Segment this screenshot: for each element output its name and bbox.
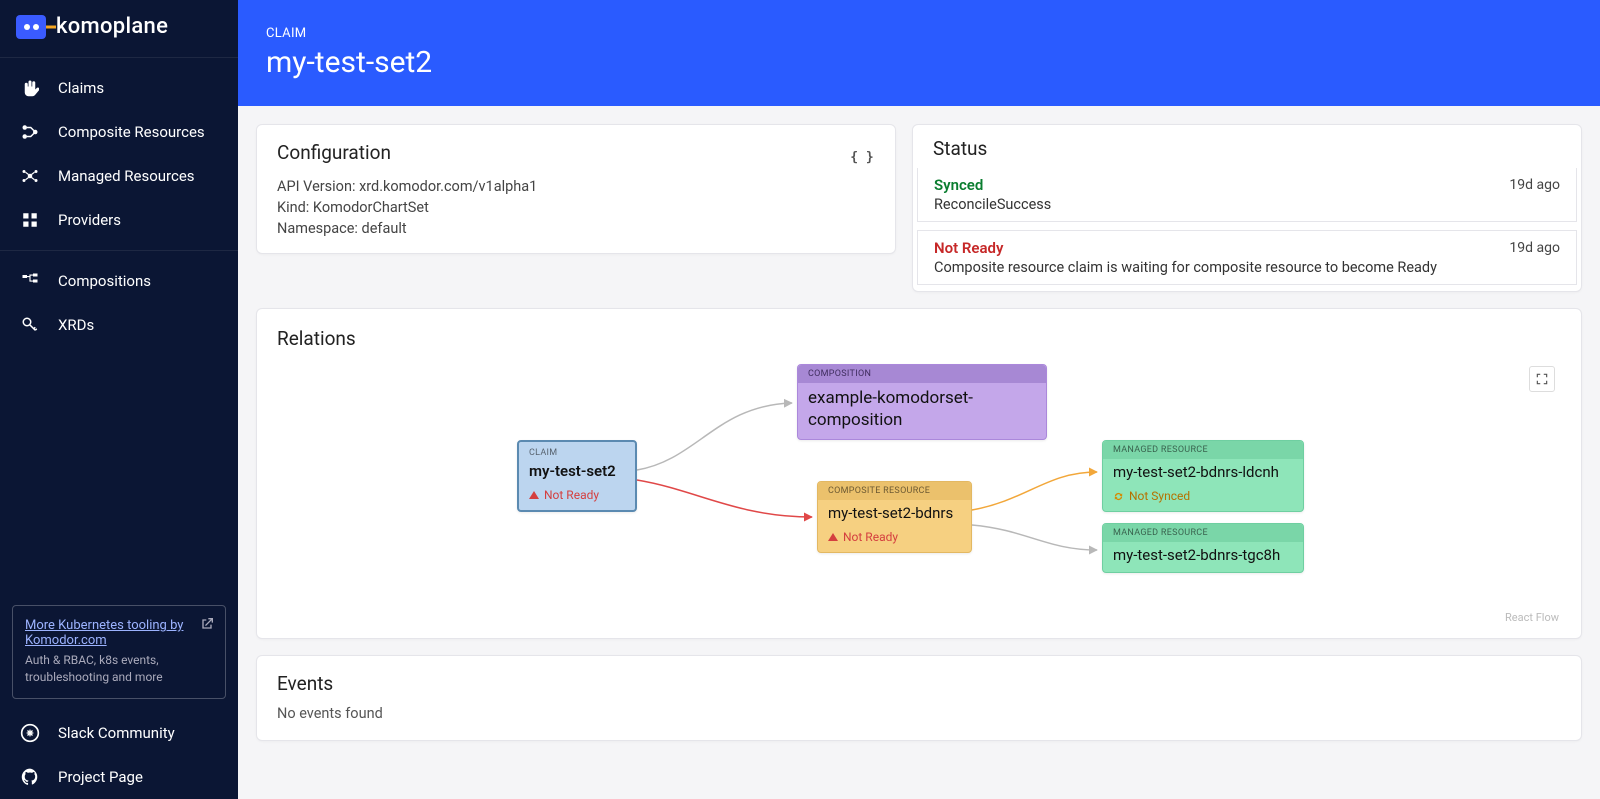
nav-composite-resources[interactable]: Composite Resources (0, 110, 238, 154)
events-empty: No events found (277, 705, 1561, 722)
promo-box[interactable]: More Kubernetes tooling by Komodor.com A… (12, 605, 226, 699)
events-title: Events (277, 672, 1561, 695)
warning-icon (529, 491, 539, 499)
node-status: Not Synced (1113, 489, 1293, 503)
hand-icon (20, 78, 40, 98)
status-label: Synced (934, 176, 983, 194)
node-managed-resource-1[interactable]: MANAGED RESOURCE my-test-set2-bdnrs-ldcn… (1102, 440, 1304, 512)
node-title: example-komodorset-composition (808, 387, 1036, 431)
node-title: my-test-set2-bdnrs-tgc8h (1113, 546, 1293, 564)
relations-title: Relations (277, 327, 1561, 350)
configuration-title: Configuration (277, 141, 391, 164)
config-kind: Kind: KomodorChartSet (277, 199, 875, 216)
grid-icon (20, 210, 40, 230)
events-card: Events No events found (256, 655, 1582, 741)
external-link-icon (199, 616, 215, 636)
node-title: my-test-set2-bdnrs (828, 504, 961, 522)
nav-providers[interactable]: Providers (0, 198, 238, 242)
nav-label: XRDs (58, 316, 94, 334)
status-desc: Composite resource claim is waiting for … (934, 259, 1560, 276)
flow-icon (20, 271, 40, 291)
nav-label: Composite Resources (58, 123, 205, 141)
header-kicker: CLAIM (266, 26, 1572, 41)
status-row-notready: Not Ready 19d ago Composite resource cla… (917, 230, 1577, 285)
brand[interactable]: komoplane (0, 0, 238, 58)
graph-icon (20, 166, 40, 186)
nav-label: Claims (58, 79, 104, 97)
reactflow-attribution: React Flow (1505, 611, 1559, 624)
nav-compositions[interactable]: Compositions (0, 259, 238, 303)
nav-claims[interactable]: Claims (0, 66, 238, 110)
nav-group-secondary: Compositions XRDs (0, 251, 238, 355)
logo-icon (16, 15, 46, 39)
node-composition[interactable]: COMPOSITION example-komodorset-compositi… (797, 364, 1047, 440)
node-managed-resource-2[interactable]: MANAGED RESOURCE my-test-set2-bdnrs-tgc8… (1102, 523, 1304, 573)
nav-label: Providers (58, 211, 121, 229)
status-label: Not Ready (934, 239, 1003, 257)
page-header: CLAIM my-test-set2 (238, 0, 1600, 106)
page-title: my-test-set2 (266, 45, 1572, 80)
status-title: Status (913, 137, 1581, 160)
footer-github[interactable]: Project Page (0, 755, 238, 799)
node-claim[interactable]: CLAIM my-test-set2 Not Ready (517, 440, 637, 512)
relations-card: Relations CLAIM (256, 308, 1582, 639)
nav-label: Compositions (58, 272, 151, 290)
key-icon (20, 315, 40, 335)
slack-icon (20, 723, 40, 743)
main: CLAIM my-test-set2 Configuration { } API… (238, 0, 1600, 799)
relations-canvas[interactable]: CLAIM my-test-set2 Not Ready COMPOSITION… (277, 360, 1561, 620)
status-row-synced: Synced 19d ago ReconcileSuccess (917, 168, 1577, 222)
status-desc: ReconcileSuccess (934, 196, 1560, 213)
view-yaml-button[interactable]: { } (849, 145, 875, 171)
fullscreen-button[interactable] (1529, 366, 1555, 392)
warning-icon (828, 533, 838, 541)
footer-label: Slack Community (58, 724, 175, 742)
footer-label: Project Page (58, 768, 143, 786)
node-status: Not Ready (529, 488, 625, 502)
config-namespace: Namespace: default (277, 220, 875, 237)
nodes-icon (20, 122, 40, 142)
github-icon (20, 767, 40, 787)
brand-text: komoplane (56, 14, 168, 39)
footer-slack[interactable]: Slack Community (0, 711, 238, 755)
nav-managed-resources[interactable]: Managed Resources (0, 154, 238, 198)
nav-label: Managed Resources (58, 167, 195, 185)
node-status: Not Ready (828, 530, 961, 544)
status-time: 19d ago (1509, 177, 1560, 193)
node-title: my-test-set2-bdnrs-ldcnh (1113, 463, 1293, 481)
sidebar: komoplane Claims Composite Resources Man… (0, 0, 238, 799)
node-title: my-test-set2 (529, 462, 625, 480)
configuration-card: Configuration { } API Version: xrd.komod… (256, 124, 896, 254)
config-api-version: API Version: xrd.komodor.com/v1alpha1 (277, 178, 875, 195)
status-card: Status Synced 19d ago ReconcileSuccess N… (912, 124, 1582, 292)
promo-subtitle: Auth & RBAC, k8s events, troubleshooting… (25, 652, 213, 686)
promo-link[interactable]: More Kubernetes tooling by Komodor.com (25, 618, 213, 648)
nav-xrds[interactable]: XRDs (0, 303, 238, 347)
sync-icon (1113, 491, 1124, 502)
node-composite[interactable]: COMPOSITE RESOURCE my-test-set2-bdnrs No… (817, 481, 972, 553)
status-time: 19d ago (1509, 240, 1560, 256)
nav-group-primary: Claims Composite Resources Managed Resou… (0, 58, 238, 251)
